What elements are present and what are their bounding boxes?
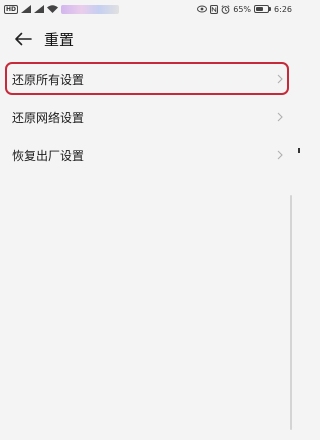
status-bar: HD 65% 6:26: [0, 0, 300, 18]
battery-icon: [254, 5, 272, 13]
app-header: 重置: [0, 22, 300, 56]
chevron-right-icon: [277, 74, 283, 84]
chevron-right-icon: [277, 112, 283, 122]
settings-list: 还原所有设置 还原网络设置 恢复出厂设置: [0, 60, 300, 174]
battery-percent: 65%: [233, 4, 252, 14]
list-item-label: 恢复出厂设置: [12, 148, 85, 163]
page-title: 重置: [44, 30, 75, 49]
list-item-label: 还原网络设置: [12, 110, 85, 125]
wifi-icon: [47, 5, 59, 13]
clock: 6:26: [274, 4, 292, 14]
status-bar-right: 65% 6:26: [197, 4, 292, 14]
blurred-notification-icons: [61, 4, 120, 14]
edge-marker: [298, 148, 300, 153]
scrollbar[interactable]: [290, 195, 292, 430]
nfc-icon: [210, 4, 219, 14]
network-type-badge: HD: [4, 4, 19, 14]
signal-icon: [34, 5, 45, 13]
list-item-factory-reset[interactable]: 恢复出厂设置: [0, 136, 300, 174]
alarm-icon: [221, 4, 230, 14]
chevron-right-icon: [277, 150, 283, 160]
list-item-reset-network-settings[interactable]: 还原网络设置: [0, 98, 300, 136]
eye-icon: [197, 5, 208, 13]
status-bar-left: HD: [4, 4, 120, 14]
list-item-label: 还原所有设置: [12, 72, 85, 87]
back-button[interactable]: [10, 26, 36, 52]
list-item-reset-all-settings[interactable]: 还原所有设置: [0, 60, 300, 98]
arrow-left-icon: [15, 32, 32, 46]
signal-icon: [21, 5, 32, 13]
